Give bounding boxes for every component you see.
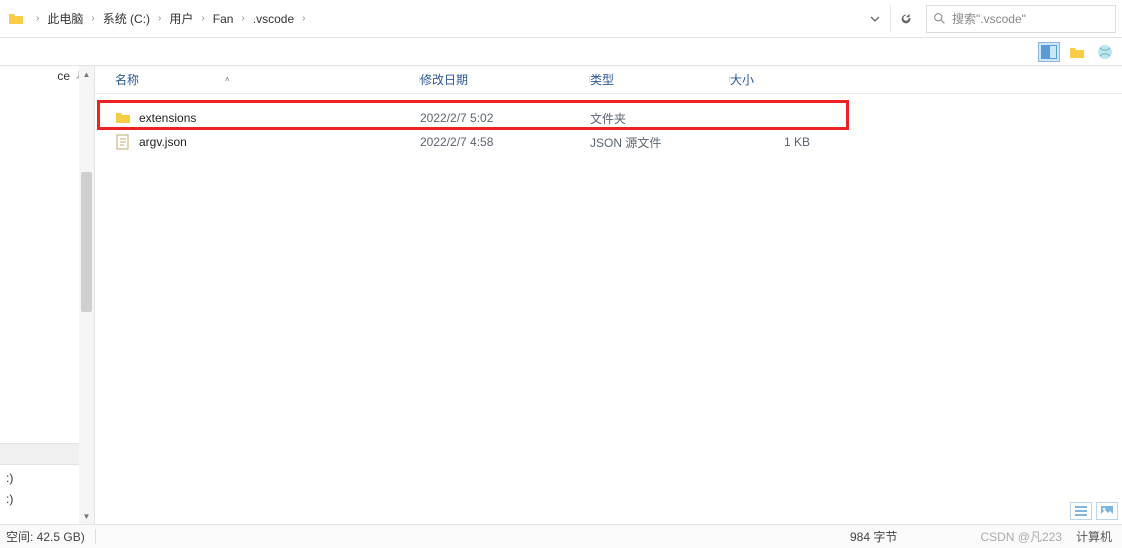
refresh-button[interactable]	[890, 5, 920, 33]
column-size[interactable]: 大小	[730, 71, 830, 88]
breadcrumb-item[interactable]: 系统 (C:)	[101, 8, 152, 29]
chevron-right-icon[interactable]: ›	[36, 13, 39, 24]
address-controls: 搜索".vscode"	[860, 0, 1122, 37]
file-date: 2022/2/7 4:58	[420, 135, 590, 149]
breadcrumb-item[interactable]: 用户	[167, 8, 195, 29]
file-name-cell: argv.json	[115, 134, 420, 150]
column-name[interactable]: 名称 ˄	[115, 71, 420, 88]
file-list[interactable]: 名称 ˄ 修改日期 类型 大小 extensions 2022/2/7 5:02 …	[95, 66, 1122, 524]
details-view-button[interactable]	[1070, 502, 1092, 520]
sort-indicator-icon: ˄	[225, 75, 230, 84]
column-type-label: 类型	[590, 73, 614, 87]
status-selection-size: 984 字节	[850, 528, 897, 545]
breadcrumb-item[interactable]: Fan	[211, 10, 236, 28]
file-size: 1 KB	[730, 135, 830, 149]
view-preview-pane-button[interactable]	[1038, 42, 1060, 62]
nav-drive-item[interactable]: :)	[0, 469, 19, 487]
file-name: argv.json	[139, 135, 187, 149]
file-type: JSON 源文件	[590, 134, 730, 151]
nav-scrollbar[interactable]: ▲ ▼	[79, 66, 94, 524]
status-disk-space: 空间: 42.5 GB)	[0, 528, 85, 545]
breadcrumb-item[interactable]: .vscode	[251, 10, 296, 28]
chevron-right-icon[interactable]: ›	[158, 13, 161, 24]
view-details-pane-button[interactable]	[1066, 42, 1088, 62]
column-date-label: 修改日期	[420, 73, 468, 87]
nav-item-label: ce	[57, 69, 70, 83]
scroll-thumb[interactable]	[81, 172, 92, 312]
file-name-cell: extensions	[115, 110, 420, 126]
status-computer-label: 计算机	[1076, 528, 1112, 545]
address-bar: › 此电脑 › 系统 (C:) › 用户 › Fan › .vscode › 搜…	[0, 0, 1122, 38]
column-date[interactable]: 修改日期	[420, 71, 590, 88]
column-name-label: 名称	[115, 71, 139, 88]
history-dropdown-button[interactable]	[860, 5, 890, 33]
search-icon	[933, 12, 946, 25]
file-row[interactable]: argv.json 2022/2/7 4:58 JSON 源文件 1 KB	[95, 130, 1122, 154]
chevron-right-icon[interactable]: ›	[241, 13, 244, 24]
search-placeholder: 搜索".vscode"	[952, 10, 1026, 27]
json-file-icon	[115, 134, 131, 150]
folder-icon	[8, 11, 24, 27]
breadcrumb[interactable]: › 此电脑 › 系统 (C:) › 用户 › Fan › .vscode ›	[0, 0, 860, 37]
nav-drive-item[interactable]: :)	[0, 490, 19, 508]
file-name: extensions	[139, 111, 196, 125]
scroll-down-icon[interactable]: ▼	[79, 508, 94, 524]
chevron-right-icon[interactable]: ›	[302, 13, 305, 24]
watermark-text: CSDN @凡223	[980, 528, 1062, 545]
folder-icon	[115, 110, 131, 126]
thumbnails-view-button[interactable]	[1096, 502, 1118, 520]
main-area: ce :) :) ▲ ▼ 名称 ˄ 修改日期 类型 大小 extensions	[0, 66, 1122, 524]
view-mode-controls	[1070, 502, 1118, 520]
status-separator	[95, 529, 96, 544]
chevron-right-icon[interactable]: ›	[201, 13, 204, 24]
chevron-right-icon[interactable]: ›	[91, 13, 94, 24]
breadcrumb-item[interactable]: 此电脑	[45, 8, 85, 29]
status-bar: 空间: 42.5 GB) 984 字节 CSDN @凡223 计算机	[0, 524, 1122, 548]
column-headers: 名称 ˄ 修改日期 类型 大小	[95, 66, 1122, 94]
view-help-button[interactable]	[1094, 42, 1116, 62]
navigation-pane[interactable]: ce :) :) ▲ ▼	[0, 66, 95, 524]
file-date: 2022/2/7 5:02	[420, 111, 590, 125]
column-size-label: 大小	[730, 73, 754, 87]
file-rows: extensions 2022/2/7 5:02 文件夹 argv.json 2…	[95, 94, 1122, 154]
scroll-track[interactable]	[79, 82, 94, 508]
file-type: 文件夹	[590, 110, 730, 127]
column-type[interactable]: 类型	[590, 71, 730, 88]
view-bar	[0, 38, 1122, 66]
status-watermark: CSDN @凡223 计算机	[980, 528, 1112, 545]
file-row[interactable]: extensions 2022/2/7 5:02 文件夹	[95, 106, 1122, 130]
search-input[interactable]: 搜索".vscode"	[926, 5, 1116, 33]
scroll-up-icon[interactable]: ▲	[79, 66, 94, 82]
